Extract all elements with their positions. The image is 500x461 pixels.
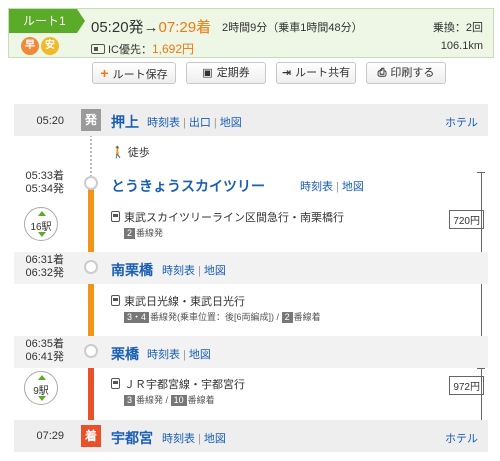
platform-info: 3・4 番線発(乗車位置：後[6両編成]) / 2 番線着 [124,310,321,323]
stop-time-arrive: 06:31着 [25,254,64,266]
station-links: 時刻表 | 地図 [300,181,364,193]
timetable-link[interactable]: 時刻表 [300,181,333,193]
timetable-link[interactable]: 時刻表 [147,349,180,361]
chevron-down-icon [38,232,46,237]
exit-link[interactable]: 出口 [189,117,211,129]
plus-icon: + [100,65,109,81]
fare-range-tick [477,172,485,173]
station-kurihashi[interactable]: 栗橋 [111,344,139,364]
station-node [84,344,98,358]
map-link[interactable]: 地図 [342,181,364,193]
arrival-marker: 着 [81,425,101,447]
route-badge: ルート1 [9,9,85,33]
fare-range-line [481,368,482,423]
train-line: ＪＲ宇都宮線・宇都宮行 [111,376,245,392]
train-icon [111,378,120,389]
route-detail: 05:20 発 押上 時刻表 | 出口 | 地図 ホテル 🚶 徒歩 05:33着 05:… [14,104,488,461]
train-line: 東武スカイツリーライン区間急行・南栗橋行 [111,209,344,225]
map-link[interactable]: 地図 [204,433,226,445]
pass-icon: ▣ [202,67,213,79]
duration: 2時間9分（乗車1時間48分） [222,22,363,34]
stop-time-arrive: 06:35着 [25,338,64,350]
stop-time-arrive: 05:33着 [25,170,64,182]
station-minami-kurihashi[interactable]: 南栗橋 [111,260,153,280]
departure-time: 05:20発 [91,19,144,36]
departure-arrival: 05:20発→07:29着 [91,16,211,37]
train-icon [111,295,120,306]
station-links: 時刻表 | 地図 [162,265,226,277]
stop-count: 9駅 [24,371,58,405]
walk-segment: 🚶 徒歩 [111,147,150,159]
cheapest-tag: 安 [41,37,59,55]
station-utsunomiya[interactable]: 宇都宮 [111,428,153,448]
commuter-pass-button[interactable]: ▣ 定期券 [186,62,266,84]
fare-range-tick [477,368,485,369]
transfers: 乗換：2回 [432,22,483,34]
station-node [84,176,98,190]
station-oshiage[interactable]: 押上 [111,112,139,132]
station-links: 時刻表 | 地図 [147,349,211,361]
stop-time-depart: 06:41発 [25,351,64,363]
chevron-down-icon [38,396,46,401]
print-button[interactable]: ⎙ 印刷する [366,62,446,84]
hotel-link[interactable]: ホテル [445,430,478,446]
stop-time: 05:20 [36,115,64,127]
stop-time-depart: 06:32発 [25,267,64,279]
stop-count: 16駅 [24,207,58,241]
arrival-time: 07:29着 [158,19,212,36]
station-links: 時刻表 | 地図 [162,433,226,445]
timetable-link[interactable]: 時刻表 [162,433,195,445]
segment-fare: 972円 [449,376,484,395]
save-route-button[interactable]: + ルート保存 [92,62,176,84]
chevron-up-icon [38,375,46,380]
arrow: → [143,19,159,36]
stop-time-depart: 05:34発 [25,183,64,195]
fastest-tag: 早 [21,37,39,55]
station-links: 時刻表 | 出口 | 地図 [147,117,242,129]
route-summary: ルート1 早 安 05:20発→07:29着 2時間9分（乗車1時間48分） I… [8,8,494,58]
platform-info: 3 番線発 / 10 番線着 [124,393,215,406]
timetable-link[interactable]: 時刻表 [162,265,195,277]
chevron-up-icon [38,211,46,216]
station-tokyo-skytree[interactable]: とうきょうスカイツリー [111,176,265,196]
station-node [84,260,98,274]
printer-icon: ⎙ [377,67,387,79]
fare-label: IC優先： [108,44,152,56]
fare-row: IC優先：1,692円 [91,40,194,57]
map-link[interactable]: 地図 [220,117,242,129]
share-icon: ⇥ [281,67,292,79]
train-icon [111,211,120,222]
walk-icon: 🚶 [111,147,125,159]
timetable-link[interactable]: 時刻表 [147,117,180,129]
distance: 106.1km [440,40,483,52]
train-line: 東武日光線・東武日光行 [111,293,245,309]
platform-info: 2 番線発 [124,226,163,239]
map-link[interactable]: 地図 [189,349,211,361]
share-route-button[interactable]: ⇥ ルート共有 [276,62,356,84]
map-link[interactable]: 地図 [204,265,226,277]
fare-amount: 1,692円 [152,42,195,56]
departure-marker: 発 [81,109,101,131]
hotel-link[interactable]: ホテル [445,114,478,130]
stop-time: 07:29 [36,430,64,442]
ic-card-icon [91,44,105,54]
segment-fare: 720円 [449,210,484,229]
